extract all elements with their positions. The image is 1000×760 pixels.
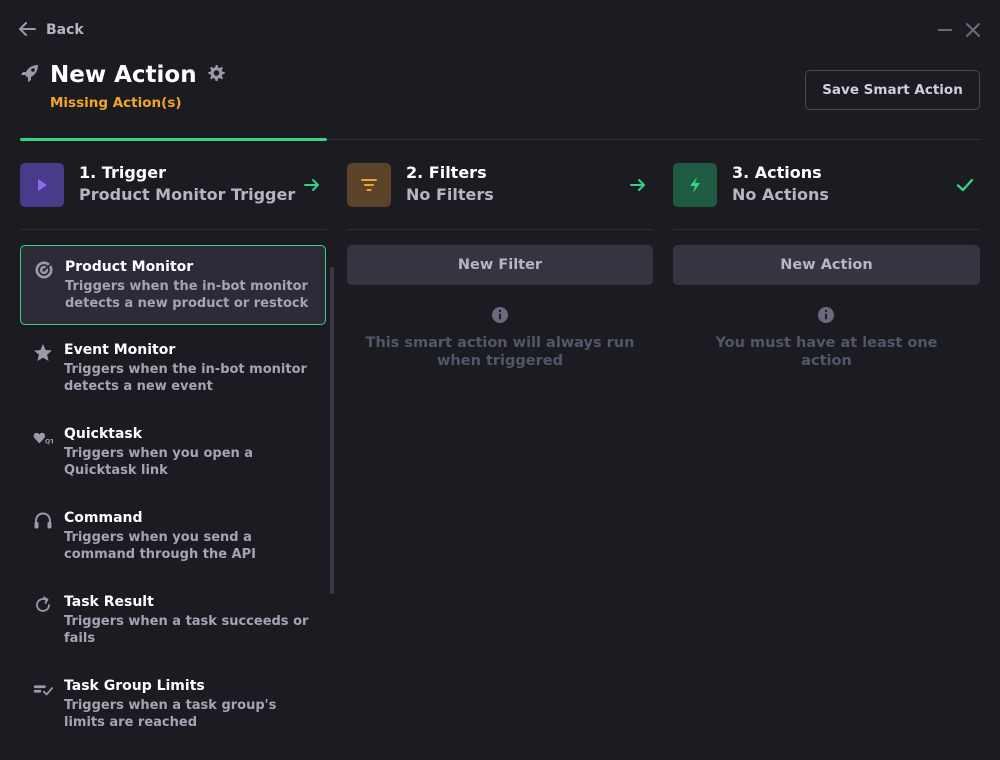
info-icon — [818, 307, 834, 323]
svg-text:QT: QT — [45, 438, 53, 445]
actions-note: You must have at least one action — [715, 335, 938, 369]
filters-note: This smart action will always run when t… — [365, 335, 635, 369]
filter-icon — [361, 179, 377, 191]
new-action-button[interactable]: New Action — [673, 245, 980, 285]
item-desc: Triggers when you open a Quicktask link — [64, 446, 254, 478]
check-icon — [956, 178, 974, 192]
minimize-button[interactable] — [936, 20, 954, 40]
list-item-task-result[interactable]: Task Result Triggers when a task succeed… — [20, 581, 326, 661]
status-warning: Missing Action(s) — [50, 95, 182, 111]
star-icon — [33, 343, 53, 363]
page-header: New Action Missing Action(s) — [20, 62, 225, 111]
headset-icon — [33, 511, 53, 531]
bolt-icon — [690, 177, 700, 193]
item-name: Task Result — [64, 594, 154, 610]
scrollbar[interactable] — [330, 267, 334, 594]
arrow-left-icon — [18, 21, 36, 40]
arrow-right-icon — [304, 179, 319, 191]
item-name: Task Group Limits — [64, 678, 205, 694]
progress-active-indicator — [20, 138, 327, 141]
trigger-list: Product Monitor Triggers when the in-bot… — [20, 245, 326, 749]
info-icon — [492, 307, 508, 323]
list-item-task-group-limits[interactable]: Task Group Limits Triggers when a task g… — [20, 665, 326, 745]
column-divider — [20, 229, 327, 230]
play-icon — [38, 179, 47, 191]
close-icon — [966, 23, 980, 37]
item-desc: Triggers when you send a command through… — [64, 530, 256, 562]
column-divider — [347, 229, 653, 230]
list-item-product-monitor[interactable]: Product Monitor Triggers when the in-bot… — [20, 245, 326, 325]
step-trigger-value: Product Monitor Trigger — [79, 185, 296, 204]
item-desc: Triggers when the in-bot monitor detects… — [65, 279, 309, 311]
gear-icon[interactable] — [207, 64, 225, 86]
quicktask-icon: QT — [33, 427, 53, 447]
item-desc: Triggers when the in-bot monitor detects… — [64, 362, 307, 394]
step-actions-title: 3. Actions — [732, 163, 822, 182]
close-button[interactable] — [964, 20, 982, 40]
item-desc: Triggers when a task succeeds or fails — [64, 614, 309, 646]
arrow-right-icon — [630, 179, 645, 191]
item-name: Product Monitor — [65, 259, 194, 275]
step-trigger-title: 1. Trigger — [79, 163, 166, 182]
refresh-icon — [33, 595, 53, 615]
actions-step-icon-box — [673, 163, 717, 207]
step-filters-title: 2. Filters — [406, 163, 487, 182]
step-filters[interactable]: 2. Filters No Filters — [347, 163, 494, 207]
list-item-event-monitor[interactable]: Event Monitor Triggers when the in-bot m… — [20, 329, 326, 409]
item-desc: Triggers when a task group's limits are … — [64, 698, 277, 730]
monitor-icon — [34, 260, 54, 280]
trigger-step-icon-box — [20, 163, 64, 207]
save-smart-action-button[interactable]: Save Smart Action — [805, 70, 980, 110]
step-trigger[interactable]: 1. Trigger Product Monitor Trigger — [20, 163, 295, 207]
item-name: Command — [64, 510, 143, 526]
top-bar: Back — [0, 0, 1000, 56]
step-actions[interactable]: 3. Actions No Actions — [673, 163, 829, 207]
minimize-icon — [938, 29, 952, 31]
step-filters-value: No Filters — [406, 185, 494, 204]
new-filter-button[interactable]: New Filter — [347, 245, 653, 285]
column-divider — [673, 229, 980, 230]
rocket-icon — [20, 63, 40, 87]
limits-icon — [33, 679, 53, 699]
step-actions-value: No Actions — [732, 185, 829, 204]
list-item-command[interactable]: Command Triggers when you send a command… — [20, 497, 326, 577]
page-title: New Action — [50, 62, 197, 88]
back-label: Back — [46, 22, 84, 38]
list-item-quicktask[interactable]: QT Quicktask Triggers when you open a Qu… — [20, 413, 326, 493]
filters-step-icon-box — [347, 163, 391, 207]
item-name: Quicktask — [64, 426, 143, 442]
item-name: Event Monitor — [64, 342, 176, 358]
back-button[interactable]: Back — [18, 19, 84, 41]
